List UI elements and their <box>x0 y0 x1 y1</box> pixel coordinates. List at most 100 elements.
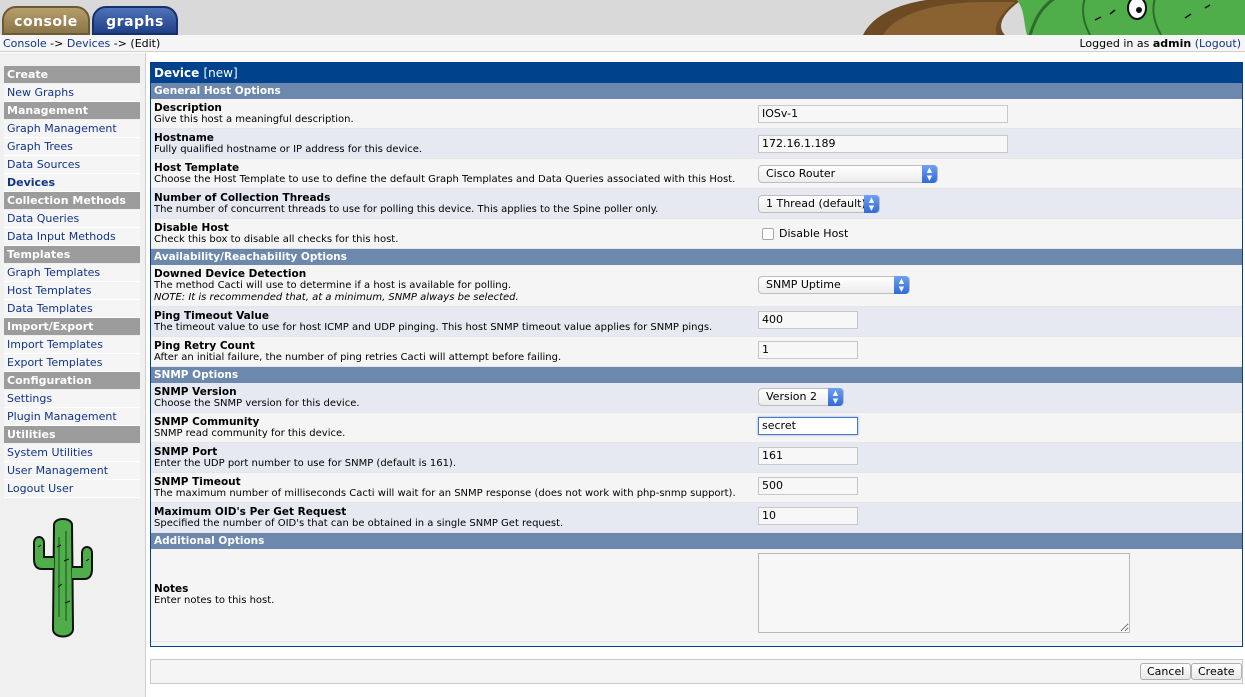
field-label: Ping Retry Count <box>154 340 255 352</box>
field-description: SNMP read community for this device. <box>154 428 346 439</box>
field-description: Specified the number of OID's that can b… <box>154 518 564 529</box>
row-ping-timeout: Ping Timeout Value The timeout value to u… <box>151 307 1242 337</box>
row-notes: Notes Enter notes to this host. <box>151 549 1242 642</box>
row-snmp-port: SNMP Port Enter the UDP port number to us… <box>151 443 1242 473</box>
field-label: Maximum OID's Per Get Request <box>154 506 347 518</box>
sidebar-item-data-sources[interactable]: Data Sources <box>4 156 140 174</box>
row-disable-host: Disable Host Check this box to disable al… <box>151 219 1242 249</box>
sidebar-item-plugin-management[interactable]: Plugin Management <box>4 408 140 426</box>
max-oids-input[interactable]: 10 <box>758 507 858 525</box>
field-label: SNMP Timeout <box>154 476 241 488</box>
updown-arrow-icon: ▲ ▼ <box>828 388 843 406</box>
host-template-select[interactable]: Cisco Router ▲ ▼ <box>758 165 938 183</box>
breadcrumb-separator: -> <box>110 37 131 50</box>
form-title-state: [new] <box>203 66 238 80</box>
sidebar-heading: Collection Methods <box>4 192 140 210</box>
field-description: After an initial failure, the number of … <box>154 352 562 363</box>
section-general-host-options: General Host Options <box>151 83 1242 99</box>
sidebar-heading: Templates <box>4 246 140 264</box>
field-label: Notes <box>154 583 189 595</box>
sidebar-heading: Management <box>4 102 140 120</box>
snmp-community-input[interactable]: secret <box>758 417 858 435</box>
create-button[interactable]: Create <box>1191 663 1242 680</box>
field-label: SNMP Version <box>154 386 237 398</box>
description-input[interactable]: IOSv-1 <box>758 105 1008 123</box>
field-description: Choose the Host Template to use to defin… <box>154 174 736 185</box>
downed-device-detection-select[interactable]: SNMP Uptime ▲ ▼ <box>758 276 910 294</box>
field-label: SNMP Port <box>154 446 218 458</box>
notes-textarea[interactable] <box>758 553 1130 633</box>
sidebar-item-settings[interactable]: Settings <box>4 390 140 408</box>
select-value: SNMP Uptime <box>766 278 841 291</box>
field-label: Description <box>154 102 222 114</box>
sidebar-item-graph-templates[interactable]: Graph Templates <box>4 264 140 282</box>
sidebar-item-graph-management[interactable]: Graph Management <box>4 120 140 138</box>
device-form: Device [new] General Host Options Descri… <box>150 62 1243 647</box>
sidebar-item-data-queries[interactable]: Data Queries <box>4 210 140 228</box>
form-title: Device [new] <box>151 63 1242 83</box>
hostname-input[interactable]: 172.16.1.189 <box>758 135 1008 153</box>
disable-host-checkbox-label[interactable]: Disable Host <box>779 227 848 240</box>
top-bar: console graphs <box>0 0 1245 35</box>
button-bar: Cancel Create <box>150 659 1243 684</box>
sidebar-item-import-templates[interactable]: Import Templates <box>4 336 140 354</box>
snmp-port-input[interactable]: 161 <box>758 447 858 465</box>
breadcrumb-separator: -> <box>46 37 67 50</box>
field-label: Number of Collection Threads <box>154 192 331 204</box>
sidebar-heading: Import/Export <box>4 318 140 336</box>
breadcrumb-bar: Console -> Devices -> (Edit) Logged in a… <box>0 35 1245 52</box>
sidebar-item-host-templates[interactable]: Host Templates <box>4 282 140 300</box>
updown-arrow-icon: ▲ ▼ <box>922 165 937 183</box>
breadcrumb: Console -> Devices -> (Edit) <box>3 35 160 52</box>
sidebar-item-data-templates[interactable]: Data Templates <box>4 300 140 318</box>
sidebar-item-export-templates[interactable]: Export Templates <box>4 354 140 372</box>
collection-threads-select[interactable]: 1 Thread (default) ▲ ▼ <box>758 195 880 213</box>
section-availability-options: Availability/Reachability Options <box>151 249 1242 265</box>
breadcrumb-console-link[interactable]: Console <box>3 37 47 50</box>
snmp-timeout-input[interactable]: 500 <box>758 477 858 495</box>
field-label: Downed Device Detection <box>154 268 307 280</box>
field-description: The timeout value to use for host ICMP a… <box>154 322 713 333</box>
field-description: Enter the UDP port number to use for SNM… <box>154 458 457 469</box>
field-label: Ping Timeout Value <box>154 310 269 322</box>
sidebar-item-system-utilities[interactable]: System Utilities <box>4 444 140 462</box>
field-description: The maximum number of milliseconds Cacti… <box>154 488 736 499</box>
breadcrumb-current: (Edit) <box>130 37 161 50</box>
logout-link[interactable]: (Logout) <box>1195 37 1241 50</box>
ping-retry-count-input[interactable]: 1 <box>758 341 858 359</box>
row-downed-device-detection: Downed Device Detection The method Cacti … <box>151 265 1242 307</box>
login-prefix: Logged in as <box>1079 37 1153 50</box>
sidebar-item-graph-trees[interactable]: Graph Trees <box>4 138 140 156</box>
row-snmp-timeout: SNMP Timeout The maximum number of millis… <box>151 473 1242 503</box>
field-note: NOTE: It is recommended that, at a minim… <box>154 292 519 303</box>
row-snmp-version: SNMP Version Choose the SNMP version for … <box>151 383 1242 413</box>
section-snmp-options: SNMP Options <box>151 367 1242 383</box>
section-additional-options: Additional Options <box>151 533 1242 549</box>
field-description: The number of concurrent threads to use … <box>154 204 659 215</box>
cactus-header-art <box>855 0 1245 35</box>
row-max-oids: Maximum OID's Per Get Request Specified t… <box>151 503 1242 533</box>
disable-host-checkbox[interactable] <box>762 227 774 240</box>
field-description: Give this host a meaningful description. <box>154 114 354 125</box>
login-info: Logged in as admin (Logout) <box>1080 35 1242 52</box>
row-ping-retry-count: Ping Retry Count After an initial failure… <box>151 337 1242 367</box>
breadcrumb-devices-link[interactable]: Devices <box>67 37 110 50</box>
snmp-version-select[interactable]: Version 2 ▲ ▼ <box>758 388 844 406</box>
form-title-text: Device <box>154 66 200 80</box>
updown-arrow-icon: ▲ ▼ <box>864 195 879 213</box>
sidebar-heading: Utilities <box>4 426 140 444</box>
tab-console[interactable]: console <box>2 6 90 35</box>
field-description: The method Cacti will use to determine i… <box>154 280 512 291</box>
tab-graphs[interactable]: graphs <box>92 6 178 35</box>
sidebar-item-data-input-methods[interactable]: Data Input Methods <box>4 228 140 246</box>
cacti-logo <box>33 518 93 638</box>
sidebar-item-user-management[interactable]: User Management <box>4 462 140 480</box>
sidebar-item-devices[interactable]: Devices <box>4 174 140 192</box>
sidebar-menu: Create New Graphs Management Graph Manageme… <box>4 66 140 498</box>
field-description: Check this box to disable all checks for… <box>154 234 399 245</box>
field-description: Fully qualified hostname or IP address f… <box>154 144 423 155</box>
sidebar-item-logout-user[interactable]: Logout User <box>4 480 140 498</box>
sidebar-item-new-graphs[interactable]: New Graphs <box>4 84 140 102</box>
ping-timeout-input[interactable]: 400 <box>758 311 858 329</box>
cancel-button[interactable]: Cancel <box>1140 663 1192 680</box>
